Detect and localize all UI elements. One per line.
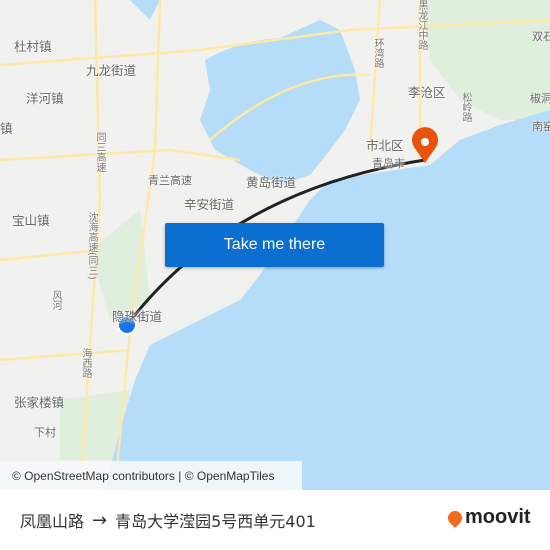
moovit-wordmark: moovit xyxy=(465,506,531,528)
map-label: 同三高速 xyxy=(94,132,105,172)
map-label: 张家楼镇 xyxy=(14,395,65,410)
map-label: 宝山镇 xyxy=(12,213,50,228)
map-label: 椒洞 xyxy=(530,92,550,105)
map-label: 松岭路 xyxy=(460,92,471,122)
arrow-right-icon: → xyxy=(92,509,108,531)
map-label: 南窑 xyxy=(532,120,550,133)
map-label: 辛安街道 xyxy=(184,197,235,212)
map-label: 李沧区 xyxy=(408,85,446,100)
map-label: 镇 xyxy=(0,121,13,136)
map-label: 双石 xyxy=(532,30,550,43)
take-me-there-button[interactable]: Take me there xyxy=(165,223,384,267)
map-label: 隐珠街道 xyxy=(112,309,163,324)
map-label: 黑龙江中路 xyxy=(416,0,427,50)
map-label: 洋河镇 xyxy=(26,91,64,106)
map-label: 九龙街道 xyxy=(86,63,137,78)
map-label: 黄岛街道 xyxy=(246,175,297,190)
map-label: 杜村镇 xyxy=(14,39,52,54)
map-label: 沈海高速(同三) xyxy=(86,212,97,280)
moovit-pin-icon xyxy=(445,507,465,528)
map[interactable]: 杜村镇九龙街道洋河镇镇宝山镇 黄岛街道 辛安街道 李沧区市北区青岛市隐珠街道张家楼镇 双… xyxy=(0,0,550,490)
destination-name: 青岛大学滢园5号西单元401 xyxy=(115,512,316,531)
map-label: 海西路 xyxy=(80,348,91,378)
map-label: 下村 xyxy=(34,426,56,439)
destination-pin-icon[interactable] xyxy=(412,127,438,163)
map-label: 市北区 xyxy=(366,138,404,153)
map-label: 青岛市 xyxy=(372,157,405,170)
map-label: 风河 xyxy=(50,290,61,310)
map-label: 环湾路 xyxy=(372,38,383,68)
map-label: 青兰高速 xyxy=(148,174,192,187)
route-summary: 凤凰山路 → 青岛大学滢园5号西单元401 xyxy=(20,508,316,532)
moovit-logo: moovit xyxy=(445,506,531,529)
origin-name: 凤凰山路 xyxy=(20,512,85,531)
map-attribution[interactable]: © OpenStreetMap contributors | © OpenMap… xyxy=(0,461,302,490)
